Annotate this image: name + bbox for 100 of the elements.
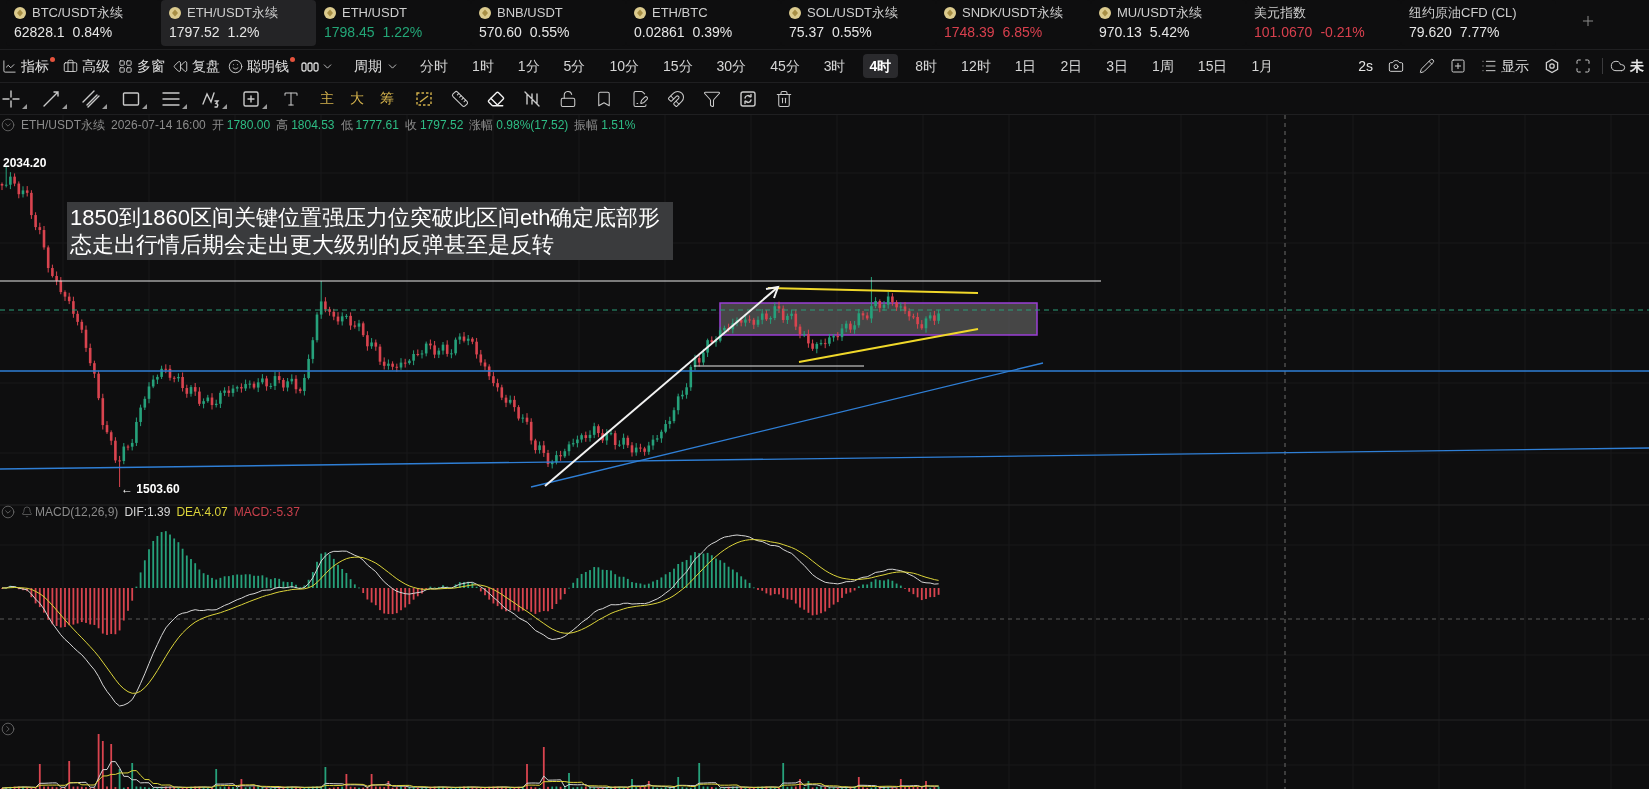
corner-triangle-icon[interactable] [182, 103, 187, 109]
timeframe-tab[interactable]: 3日 [1099, 54, 1136, 78]
corner-triangle-icon[interactable] [142, 103, 147, 109]
ticker-change: -0.21% [1320, 23, 1365, 41]
trend-arrow[interactable] [544, 285, 780, 487]
field-label: 低 [340, 118, 353, 132]
timeframe-tab[interactable]: 2日 [1053, 54, 1090, 78]
toolbar-button[interactable]: 多窗 [118, 54, 165, 78]
timeframe-tab[interactable]: 1周 [1145, 54, 1181, 78]
ticker-name: BTC/USDT永续 [32, 5, 123, 21]
ticker-name: SOL/USDT永续 [807, 5, 898, 21]
settings-icon[interactable] [1544, 58, 1560, 74]
ticker-change: 0.39% [692, 23, 733, 41]
timeframe-tab[interactable]: 8时 [908, 54, 945, 78]
briefcase-icon [63, 58, 78, 74]
timeframe-tab[interactable]: 5分 [556, 54, 593, 78]
dashed-rectangle-icon[interactable] [415, 89, 433, 108]
display-button[interactable]: 显示 [1481, 54, 1529, 78]
bell-icon[interactable] [21, 506, 33, 518]
filter-icon[interactable] [703, 89, 721, 108]
timeframe-tab[interactable]: 1分 [510, 54, 547, 78]
bookmark-icon[interactable] [595, 89, 613, 108]
timeframe-tab[interactable]: 30分 [709, 54, 754, 78]
timeframe-tab[interactable]: 分时 [413, 54, 455, 78]
corner-triangle-icon[interactable] [62, 103, 67, 109]
slashed-bars-icon[interactable] [523, 89, 541, 108]
chart-tool-button[interactable]: 主 [320, 86, 350, 111]
trash-icon[interactable] [775, 89, 793, 108]
list-icon [1481, 58, 1497, 74]
ticker-price: 75.37 [789, 23, 825, 41]
corner-triangle-icon[interactable] [222, 103, 227, 109]
diagonal-line-icon[interactable] [42, 89, 60, 108]
ticker-price: 1798.45 [324, 23, 375, 41]
corner-triangle-icon[interactable] [262, 103, 267, 109]
ticker-change: 0.55% [832, 23, 872, 41]
crosshair-icon[interactable] [2, 89, 20, 108]
toolbar-button[interactable]: 聪明钱 [228, 54, 295, 78]
pencil-icon[interactable] [1419, 58, 1435, 74]
ticker-change: 0.84% [72, 23, 113, 41]
high-price-label: 2034.20 [3, 156, 47, 170]
toolbar-button[interactable]: 指标 [2, 54, 55, 78]
unlock-icon[interactable] [559, 89, 577, 108]
square-plus-icon[interactable] [1450, 58, 1466, 74]
timeframe-tab[interactable]: 1日 [1007, 54, 1044, 78]
field-label: 收 [404, 118, 417, 132]
corner-triangle-icon[interactable] [22, 103, 27, 109]
corner-triangle-icon[interactable] [102, 103, 107, 109]
timeframe-tab[interactable]: 10分 [602, 54, 646, 78]
cloud-status-button[interactable]: 未 [1610, 54, 1644, 78]
fullscreen-icon[interactable] [1575, 58, 1591, 74]
circle-chevron-right-icon[interactable] [1, 722, 15, 736]
ticker-name: ETH/BTC [652, 5, 708, 21]
grid-icon [118, 58, 133, 74]
sync-icon[interactable] [739, 89, 757, 108]
ticker-change: 1.22% [382, 23, 423, 41]
indicator-value: DIF:1.39 [124, 505, 171, 519]
rectangle-icon[interactable] [122, 89, 140, 108]
camera-icon[interactable] [1388, 58, 1404, 74]
timeframe-tab[interactable]: 1时 [465, 54, 501, 78]
timeframe-tab[interactable]: 45分 [763, 54, 807, 78]
timeframe-tab[interactable]: 4时 [862, 54, 899, 78]
timeframe-tab[interactable]: 15日 [1190, 54, 1235, 78]
period-dropdown[interactable]: 周期 [354, 54, 399, 78]
circle-chevron-down-icon[interactable] [1, 118, 15, 132]
ticker-tab[interactable]: ETH/USDT永续 1797.52 1.2% [161, 0, 316, 46]
magnet-icon[interactable] [667, 89, 685, 108]
circle-chevron-down-icon[interactable] [1, 505, 15, 519]
timeframe-tab[interactable]: 3时 [816, 54, 853, 78]
field-value: 0.98%(17.52) [496, 118, 569, 132]
ticker-price: 0.02861 [634, 23, 685, 41]
low-price-label: ← 1503.60 [121, 482, 180, 496]
timeframe-tab[interactable]: 12时 [954, 54, 998, 78]
document-edit-icon[interactable] [631, 89, 649, 108]
ticker-change: 6.85% [1002, 23, 1043, 41]
indicator-value: DEA:4.07 [176, 505, 228, 519]
field-value: 1.51% [601, 118, 636, 132]
eraser-icon[interactable] [487, 89, 505, 108]
frame-icon[interactable] [242, 89, 260, 108]
toolbar-button[interactable]: 高级 [63, 54, 110, 78]
timeframe-tab[interactable]: 1月 [1244, 54, 1281, 78]
annotation-note[interactable]: 1850到1860区间关键位置强压力位突破此区间eth确定底部形态走出行情后期会走出更大级别的反弹甚至是反转 [67, 202, 673, 260]
chart-tool-button[interactable]: 筹 [380, 86, 410, 111]
timeframe-tab[interactable]: 15分 [655, 54, 700, 78]
chart-tool-button[interactable]: 大 [350, 86, 380, 111]
symbol-label: ETH/USDT永续 [21, 118, 105, 132]
bars-icon[interactable] [301, 60, 319, 72]
parallel-lines-icon[interactable] [82, 89, 100, 108]
ticker-price: 62828.1 [14, 23, 65, 41]
zigzag-icon[interactable] [202, 89, 220, 108]
indicator-title: MACD(12,26,9) [35, 505, 119, 519]
interval-button[interactable]: 2s [1358, 54, 1373, 78]
ruler-icon[interactable] [451, 89, 469, 108]
field-value: 1804.53 [291, 118, 335, 132]
coin-icon [324, 7, 336, 19]
ticker-change: 0.55% [529, 23, 570, 41]
text-tool-icon[interactable] [282, 89, 300, 108]
cloud-icon [1610, 58, 1626, 74]
ticker-price: 570.60 [479, 23, 522, 41]
horizontal-lines-icon[interactable] [162, 89, 180, 108]
toolbar-button[interactable]: 复盘 [173, 54, 220, 78]
